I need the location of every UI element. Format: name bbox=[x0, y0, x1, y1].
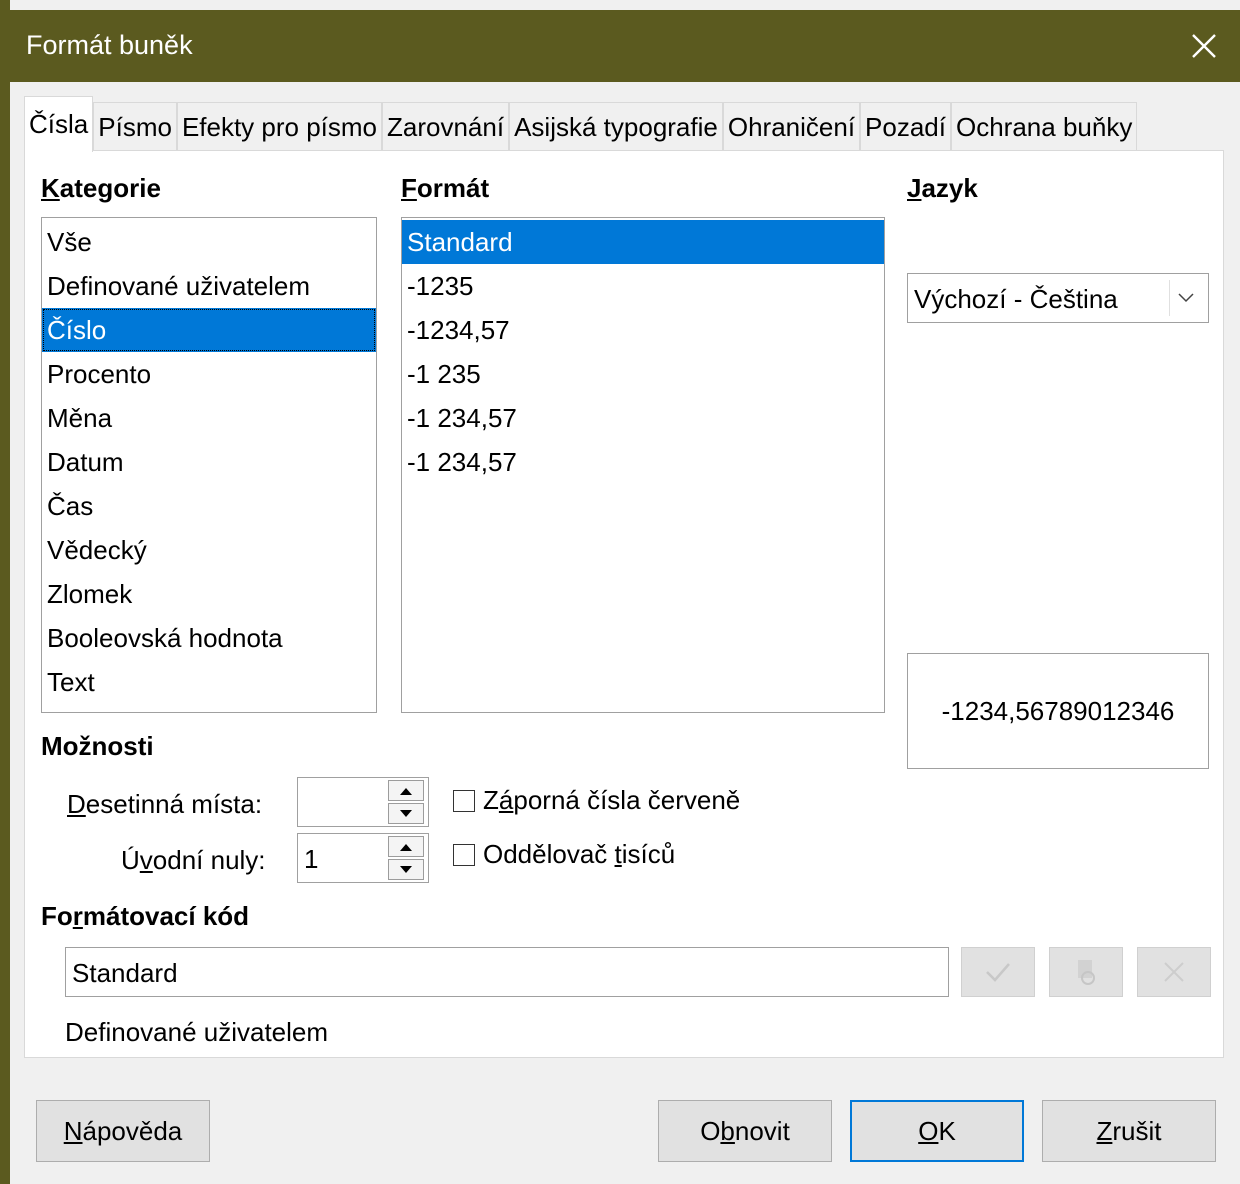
list-item[interactable]: Datum bbox=[42, 440, 376, 484]
tab-asian-typography[interactable]: Asijská typografie bbox=[509, 102, 723, 152]
category-label: Kategorie bbox=[41, 173, 161, 203]
edit-comment-button[interactable] bbox=[1049, 947, 1123, 997]
delete-button[interactable] bbox=[1137, 947, 1211, 997]
tab-font-effects[interactable]: Efekty pro písmo bbox=[176, 102, 383, 152]
checkbox-box bbox=[453, 843, 475, 866]
negative-red-label: Záporná čísla červeně bbox=[483, 785, 741, 815]
arrow-up-icon bbox=[400, 787, 412, 795]
check-icon bbox=[986, 963, 1010, 982]
list-item[interactable]: Měna bbox=[42, 396, 376, 440]
list-item[interactable]: Vše bbox=[42, 220, 376, 264]
tab-alignment[interactable]: Zarovnání bbox=[382, 102, 510, 152]
arrow-down-icon bbox=[400, 809, 412, 817]
thousands-separator-checkbox[interactable]: Oddělovač tisíců bbox=[453, 839, 675, 870]
leading-zeros-label: Úvodní nuly: bbox=[121, 845, 266, 875]
checkbox-box bbox=[453, 789, 475, 812]
language-dropdown[interactable]: Výchozí - Čeština bbox=[907, 273, 1209, 323]
tab-borders[interactable]: Ohraničení bbox=[722, 102, 861, 152]
increment-button[interactable] bbox=[388, 780, 424, 801]
tab-bar: Čísla Písmo Efekty pro písmo Zarovnání A… bbox=[24, 96, 1138, 152]
thousands-separator-label: Oddělovač tisíců bbox=[483, 839, 676, 869]
format-code-input[interactable]: Standard bbox=[65, 947, 949, 997]
title-bar[interactable]: Formát buněk bbox=[10, 10, 1240, 82]
list-item[interactable]: -1 234,57 bbox=[402, 440, 884, 484]
list-item[interactable]: Čas bbox=[42, 484, 376, 528]
arrow-up-icon bbox=[400, 843, 412, 851]
preview-box: -1234,56789012346 bbox=[907, 653, 1209, 769]
list-item[interactable]: Definované uživatelem bbox=[42, 264, 376, 308]
increment-button[interactable] bbox=[388, 836, 424, 857]
format-label: Formát bbox=[401, 173, 490, 203]
list-item[interactable]: -1 235 bbox=[402, 352, 884, 396]
negative-red-checkbox[interactable]: Záporná čísla červeně bbox=[453, 785, 740, 816]
decimal-places-stepper[interactable] bbox=[297, 777, 429, 827]
accept-button[interactable] bbox=[961, 947, 1035, 997]
list-item[interactable]: -1 234,57 bbox=[402, 396, 884, 440]
leading-zeros-stepper[interactable]: 1 bbox=[297, 833, 429, 883]
close-button[interactable] bbox=[1168, 10, 1240, 82]
decimal-places-label: Desetinná místa: bbox=[67, 789, 263, 819]
tab-background[interactable]: Pozadí bbox=[860, 102, 951, 152]
list-item[interactable]: Vědecký bbox=[42, 528, 376, 572]
list-item[interactable]: Booleovská hodnota bbox=[42, 616, 376, 660]
comment-icon bbox=[1078, 960, 1095, 985]
tab-font[interactable]: Písmo bbox=[93, 102, 177, 152]
window-title: Formát buněk bbox=[26, 30, 193, 60]
list-item-selected[interactable]: Standard bbox=[402, 220, 884, 264]
format-code-value: Standard bbox=[72, 958, 178, 988]
list-item[interactable]: -1234,57 bbox=[402, 308, 884, 352]
help-button[interactable]: Nápověda bbox=[36, 1100, 210, 1162]
close-icon bbox=[1192, 34, 1216, 58]
language-value: Výchozí - Čeština bbox=[914, 284, 1118, 314]
list-item[interactable]: -1235 bbox=[402, 264, 884, 308]
format-list[interactable]: Standard -1235 -1234,57 -1 235 -1 234,57… bbox=[401, 217, 885, 713]
cancel-button[interactable]: Zrušit bbox=[1042, 1100, 1216, 1162]
numbers-panel: Kategorie Formát Jazyk Vše Definované už… bbox=[24, 150, 1224, 1058]
preview-value: -1234,56789012346 bbox=[941, 695, 1175, 726]
delete-icon bbox=[1164, 962, 1184, 982]
format-comment: Definované uživatelem bbox=[65, 1017, 329, 1047]
language-label: Jazyk bbox=[907, 173, 978, 203]
list-item-selected[interactable]: Číslo bbox=[42, 308, 376, 352]
list-item[interactable]: Zlomek bbox=[42, 572, 376, 616]
category-list[interactable]: Vše Definované uživatelem Číslo Procento… bbox=[41, 217, 377, 713]
tab-numbers[interactable]: Čísla bbox=[24, 96, 94, 152]
list-item[interactable]: Text bbox=[42, 660, 376, 704]
chevron-down-icon bbox=[1169, 280, 1202, 316]
leading-zeros-value: 1 bbox=[304, 844, 319, 874]
list-item[interactable]: Procento bbox=[42, 352, 376, 396]
dialog-body: Čísla Písmo Efekty pro písmo Zarovnání A… bbox=[10, 82, 1240, 1184]
ok-button[interactable]: OK bbox=[850, 1100, 1024, 1162]
reset-button[interactable]: Ob novit bbox=[658, 1100, 832, 1162]
format-code-heading: Formátovací kód bbox=[41, 901, 250, 931]
decrement-button[interactable] bbox=[388, 859, 424, 880]
window-frame bbox=[0, 0, 10, 1184]
tab-cell-protection[interactable]: Ochrana buňky bbox=[951, 102, 1138, 152]
options-heading: Možnosti bbox=[41, 731, 154, 761]
arrow-down-icon bbox=[400, 865, 412, 873]
decrement-button[interactable] bbox=[388, 803, 424, 824]
